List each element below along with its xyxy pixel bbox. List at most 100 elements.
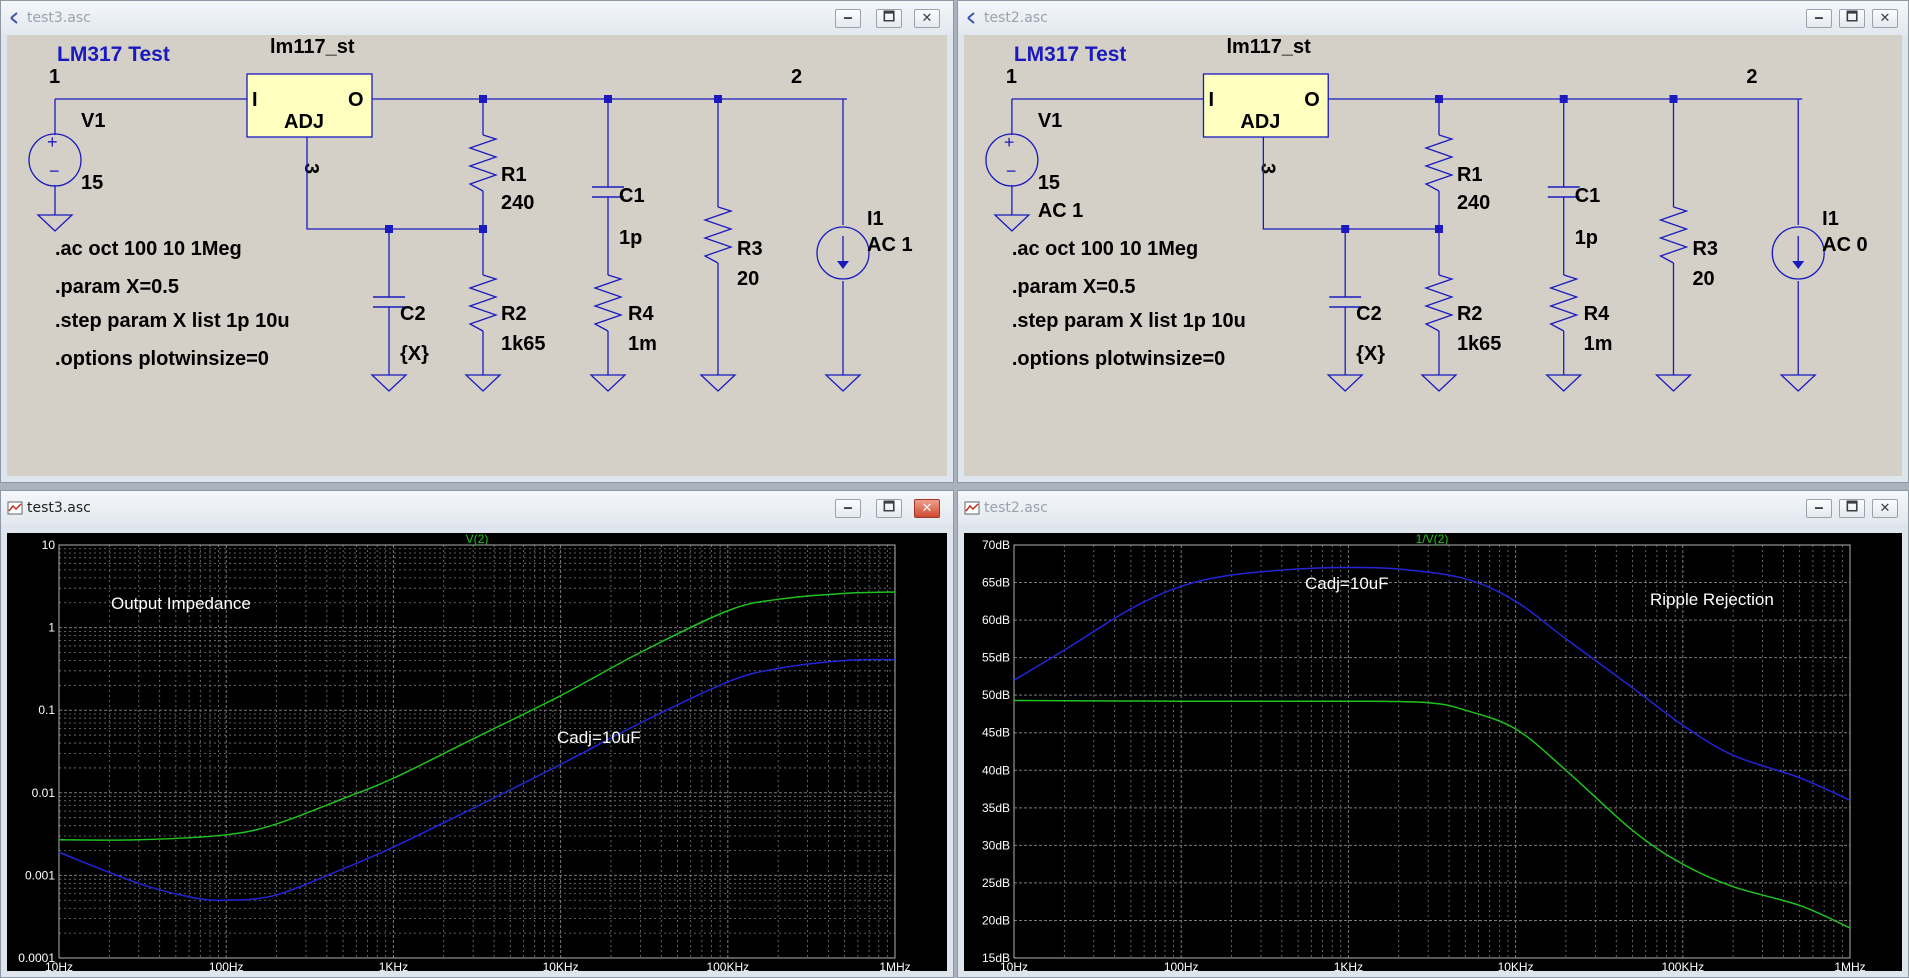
r1-symbol: [1424, 134, 1455, 192]
r4-value: 1m: [1584, 333, 1613, 355]
regulator-name: lm117_st: [270, 36, 355, 58]
schematic-icon: [967, 12, 975, 24]
ground-symbol: [1779, 374, 1817, 392]
schematic-drawing[interactable]: LM317 Test lm117_st I O ADJ 1 2 3 + − V1 15 I1 AC 1 R1…: [7, 35, 947, 476]
y-tick-label: 40dB: [982, 763, 1010, 777]
y-tick-label: 0.0001: [18, 951, 55, 965]
wire-adj: [306, 137, 483, 230]
schematic-icon: [10, 12, 18, 24]
maximize-button[interactable]: 🗖: [1839, 9, 1865, 28]
ground-symbol: [1654, 374, 1693, 392]
schematic-canvas[interactable]: LM317 Test lm117_st I O ADJ 1 2 3 + − V1 15 I1 AC 1 R1…: [7, 35, 947, 476]
node-label-2: 2: [791, 66, 802, 88]
output-impedance-chart[interactable]: 10Hz 100Hz 1KHz 10KHz 100KHz 1MHz1010.10.010.…: [7, 532, 947, 974]
close-button[interactable]: ✕: [1872, 499, 1898, 518]
node-label-3: 3: [300, 163, 322, 174]
r4-value: 1m: [628, 333, 657, 355]
minimize-button[interactable]: 🗕: [835, 499, 861, 518]
plus-sign: +: [1004, 132, 1014, 152]
close-button[interactable]: ✕: [914, 499, 940, 518]
schematic-drawing[interactable]: LM317 Test lm117_st I O ADJ 1 2 3 + − V1 15 AC 1 I1 AC…: [964, 35, 1902, 476]
junction-dot: [714, 95, 722, 103]
current-arrow-head: [1792, 261, 1805, 269]
y-tick-label: 55dB: [982, 651, 1010, 665]
r3-name: R3: [737, 238, 763, 260]
spice-directive: .param X=0.5: [55, 276, 179, 298]
junction-dot: [479, 225, 487, 233]
c2-value: {X}: [400, 343, 429, 365]
close-button[interactable]: ✕: [1872, 9, 1898, 28]
spice-directive: .step param X list 1p 10u: [1012, 310, 1246, 332]
y-tick-label: 1: [48, 621, 55, 635]
waveform-icon: [7, 501, 23, 515]
plot-area[interactable]: 10Hz 100Hz 1KHz 10KHz 100KHz 1MHz 70dB 65dB 60dB…: [964, 532, 1902, 974]
junction-dot: [1559, 95, 1568, 103]
annotation: Ripple Rejection: [1650, 590, 1774, 609]
ground-symbol: [1545, 374, 1583, 392]
schematic-title: LM317 Test: [57, 43, 170, 66]
x-tick-label: 1KHz: [379, 960, 408, 973]
plot-window-test3[interactable]: test3.asc 🗕 🗖 ✕ 10Hz 100Hz 1KHz 10KHz 100KHz…: [0, 490, 954, 978]
schematic-window-test3[interactable]: test3.asc 🗕 🗖 ✕ LM317 Test lm117_st I O ADJ 1…: [0, 0, 954, 483]
ground-symbol: [464, 374, 502, 392]
x-tick-label: 1KHz: [1334, 960, 1363, 973]
maximize-button[interactable]: 🗖: [1839, 499, 1865, 518]
v1-value: 15: [1038, 172, 1060, 194]
c2-value: {X}: [1356, 343, 1385, 365]
c1-name: C1: [619, 185, 645, 207]
series-line-1: [1013, 699, 1851, 929]
schematic-window-test2[interactable]: test2.asc 🗕 🗖 ✕ LM317 Test lm117_st I O ADJ 1…: [957, 0, 1909, 483]
title-bar[interactable]: test2.asc 🗕 🗖 ✕: [958, 491, 1908, 525]
plot-window-test2[interactable]: test2.asc 🗕 🗖 ✕ 10Hz 100Hz 1KHz 10KHz 100KHz…: [957, 490, 1909, 978]
trace-title: V(2): [466, 533, 489, 546]
title-bar[interactable]: test3.asc 🗕 🗖 ✕: [1, 1, 953, 35]
r1-value: 240: [501, 192, 534, 214]
regulator-pin-out: O: [348, 89, 364, 111]
y-tick-label: 0.01: [32, 786, 56, 800]
regulator-pin-in: I: [1208, 89, 1214, 111]
r2-value: 1k65: [501, 333, 546, 355]
maximize-button[interactable]: 🗖: [876, 9, 902, 28]
r3-name: R3: [1692, 238, 1718, 260]
r2-name: R2: [1457, 303, 1483, 325]
maximize-button[interactable]: 🗖: [876, 499, 902, 518]
trace-title: 1/V(2): [1416, 533, 1449, 546]
r3-value: 20: [737, 268, 759, 290]
r2-symbol: [468, 274, 499, 332]
r3-value: 20: [1692, 268, 1714, 290]
junction-dot: [1434, 225, 1443, 233]
r4-name: R4: [1584, 303, 1610, 325]
title-bar[interactable]: test2.asc 🗕 🗖 ✕: [958, 1, 1908, 35]
c1-value: 1p: [1575, 227, 1598, 249]
y-tick-label: 10: [42, 538, 56, 552]
current-arrow-head: [837, 261, 849, 269]
i1-value: AC 1: [867, 234, 913, 256]
regulator-pin-adj: ADJ: [1240, 111, 1280, 133]
plot-area[interactable]: 10Hz 100Hz 1KHz 10KHz 100KHz 1MHz 10 1 0.1 0.01 0.…: [7, 532, 947, 974]
minimize-button[interactable]: 🗕: [835, 9, 861, 28]
r2-value: 1k65: [1457, 333, 1501, 355]
schematic-canvas[interactable]: LM317 Test lm117_st I O ADJ 1 2 3 + − V1 15 AC 1 I1 AC…: [964, 35, 1902, 476]
title-bar[interactable]: test3.asc 🗕 🗖 ✕: [1, 491, 953, 525]
minimize-button[interactable]: 🗕: [1806, 499, 1832, 518]
y-tick-label: 25dB: [982, 876, 1010, 890]
junction-dot: [1669, 95, 1678, 103]
ripple-rejection-chart[interactable]: 10Hz 100Hz 1KHz 10KHz 100KHz 1MHz70dB65dB60dB…: [964, 532, 1902, 974]
c2-name: C2: [400, 303, 426, 325]
y-tick-label: 60dB: [982, 613, 1010, 627]
close-button[interactable]: ✕: [914, 9, 940, 28]
y-tick-label: 35dB: [982, 801, 1010, 815]
minus-sign: −: [1006, 161, 1016, 181]
y-tick-label: 45dB: [982, 726, 1010, 740]
node-label-1: 1: [1006, 66, 1017, 88]
minimize-button[interactable]: 🗕: [1806, 9, 1832, 28]
y-tick-label: 70dB: [982, 538, 1010, 552]
r4-symbol: [1548, 274, 1579, 332]
window-title: test2.asc: [984, 500, 1048, 516]
r1-symbol: [468, 134, 499, 192]
ground-symbol: [36, 214, 74, 232]
r2-name: R2: [501, 303, 527, 325]
ground-symbol: [993, 214, 1031, 232]
c1-name: C1: [1575, 185, 1601, 207]
x-tick-label: 100Hz: [209, 960, 244, 973]
